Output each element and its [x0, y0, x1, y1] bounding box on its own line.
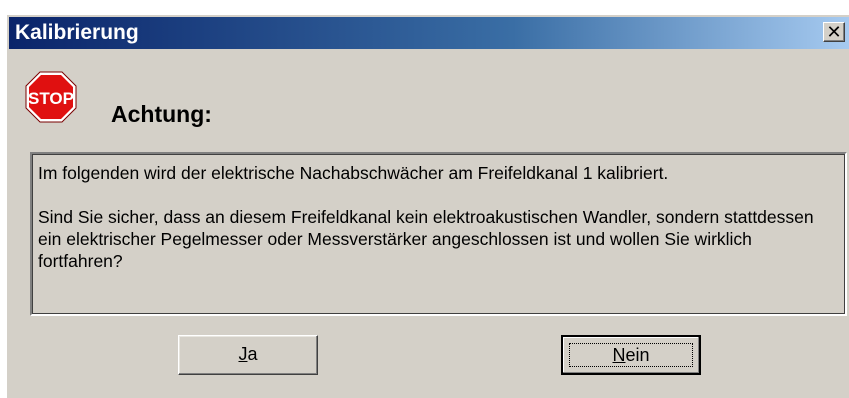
window-title: Kalibrierung	[15, 21, 139, 44]
no-button[interactable]: Nein	[561, 335, 701, 375]
close-button[interactable]: ✕	[823, 22, 845, 42]
message-panel: Im folgenden wird der elektrische Nachab…	[30, 152, 847, 316]
warning-heading: Achtung:	[111, 101, 212, 127]
calibration-dialog: Kalibrierung ✕ STOP Achtung: Im folgende…	[6, 14, 849, 398]
close-icon: ✕	[826, 22, 842, 42]
stop-icon-text: STOP	[28, 89, 74, 108]
title-bar[interactable]: Kalibrierung ✕	[9, 17, 849, 49]
yes-button[interactable]: Ja	[178, 335, 318, 375]
stop-icon: STOP	[25, 71, 77, 123]
message-line-2: Sind Sie sicher, dass an diesem Freifeld…	[38, 207, 814, 271]
message-line-1: Im folgenden wird der elektrische Nachab…	[38, 163, 669, 183]
